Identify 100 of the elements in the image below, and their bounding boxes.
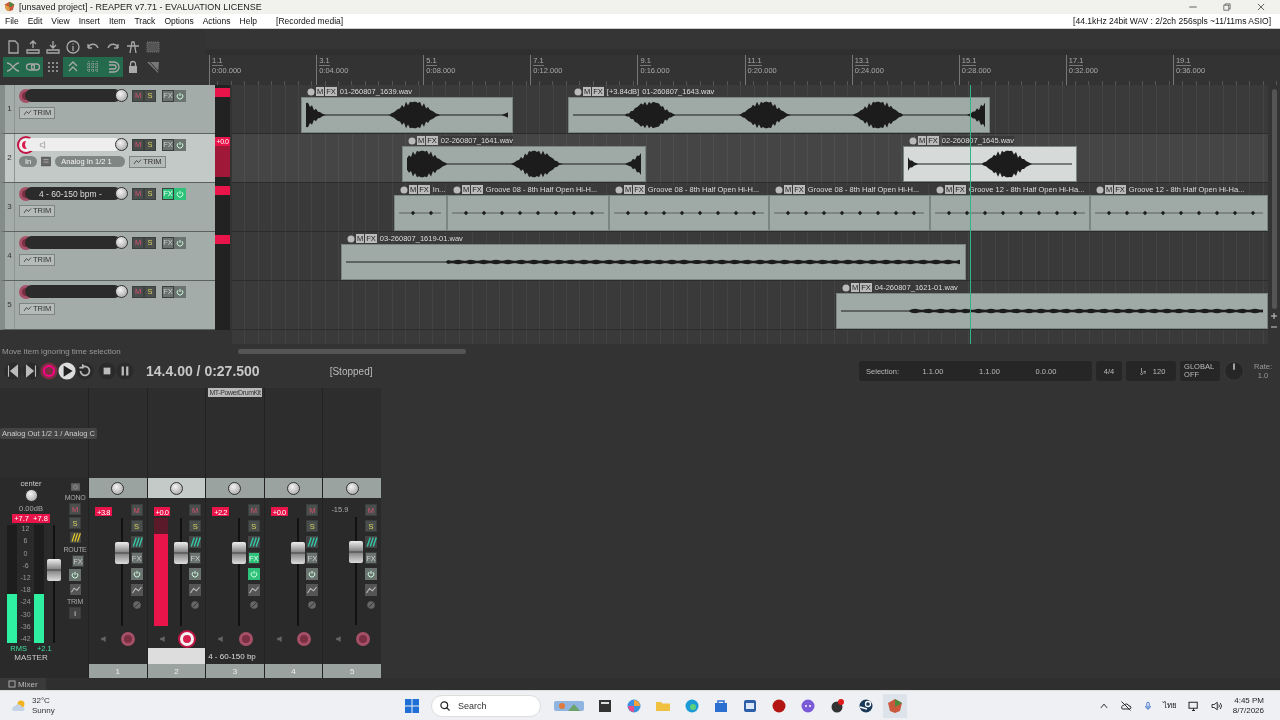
- record-icon[interactable]: [40, 362, 58, 381]
- mono-icon[interactable]: [69, 482, 81, 493]
- pan-knob[interactable]: [169, 481, 183, 495]
- volume-knob[interactable]: [115, 236, 128, 250]
- route-icon[interactable]: [247, 536, 260, 549]
- vertical-scrollbar[interactable]: [1271, 88, 1277, 309]
- microphone-icon[interactable]: [1142, 699, 1153, 712]
- go-to-end-icon[interactable]: [22, 362, 40, 381]
- new-file-icon[interactable]: [5, 39, 21, 56]
- phase-icon[interactable]: [365, 600, 376, 611]
- pan-row[interactable]: [264, 478, 323, 499]
- phase-icon[interactable]: [248, 600, 259, 611]
- app-window-icon[interactable]: [742, 697, 758, 714]
- pan-knob[interactable]: [345, 481, 359, 495]
- envelope-icon[interactable]: [364, 584, 377, 597]
- pan-row[interactable]: [147, 478, 206, 499]
- volume-knob[interactable]: [115, 285, 128, 299]
- fader-thumb[interactable]: [232, 542, 247, 565]
- pan-knob[interactable]: [228, 481, 242, 495]
- fx-bypass-icon[interactable]: [130, 568, 143, 581]
- volume-knob[interactable]: [115, 187, 128, 201]
- circle-icon[interactable]: [936, 185, 944, 194]
- close-icon[interactable]: [1256, 2, 1266, 12]
- pan-knob[interactable]: [24, 489, 38, 503]
- weather-condition[interactable]: Sunny: [32, 705, 55, 716]
- route-icon[interactable]: [130, 536, 143, 549]
- language-indicator[interactable]: ไทย: [1162, 699, 1177, 713]
- zoom-in-icon[interactable]: [1270, 311, 1278, 320]
- browser-icon[interactable]: [684, 697, 700, 714]
- route-icon[interactable]: [69, 531, 81, 545]
- menu-item[interactable]: Item: [108, 15, 126, 26]
- envelope-icon[interactable]: [189, 584, 202, 597]
- menu-item[interactable]: Options: [164, 15, 194, 26]
- shopping-bag-icon[interactable]: [713, 697, 729, 714]
- fx-bypass-icon[interactable]: [306, 568, 319, 581]
- circle-icon[interactable]: [1096, 185, 1104, 194]
- pan-knob[interactable]: [111, 481, 125, 495]
- mixer-tab[interactable]: Mixer: [0, 678, 46, 691]
- route-icon[interactable]: [189, 536, 202, 549]
- circle-icon[interactable]: [408, 136, 416, 145]
- menu-item[interactable]: Edit: [27, 15, 43, 26]
- circle-icon[interactable]: [909, 136, 917, 145]
- menu-item[interactable]: Track: [134, 15, 156, 26]
- clock-date[interactable]: 8/7/2026: [1232, 705, 1264, 716]
- circle-icon[interactable]: [615, 185, 623, 194]
- circle-icon[interactable]: [347, 234, 355, 243]
- media-item[interactable]: [836, 292, 1268, 329]
- go-to-start-icon[interactable]: [4, 362, 22, 381]
- menu-item[interactable]: File: [5, 15, 19, 26]
- circle-icon[interactable]: [574, 87, 582, 96]
- clock-time[interactable]: 4:45 PM: [1234, 695, 1264, 706]
- fx-bypass-icon[interactable]: [364, 568, 377, 581]
- circle-icon[interactable]: [775, 185, 783, 194]
- pan-row[interactable]: [206, 478, 264, 499]
- phase-icon[interactable]: [131, 600, 142, 611]
- circle-icon[interactable]: [453, 185, 461, 194]
- menu-item[interactable]: Help: [239, 15, 258, 26]
- disc-icon[interactable]: [858, 697, 874, 714]
- link-icon[interactable]: [25, 59, 41, 76]
- envelope-icon[interactable]: [69, 583, 81, 597]
- fader-thumb[interactable]: [115, 542, 129, 565]
- notification-app-icon[interactable]: [829, 697, 845, 714]
- fx-bypass-icon[interactable]: [69, 569, 81, 582]
- cloud-off-icon[interactable]: [1118, 699, 1133, 712]
- phase-icon[interactable]: [307, 600, 318, 611]
- weather-temperature[interactable]: 32°C: [32, 695, 55, 706]
- route-icon[interactable]: [364, 536, 377, 549]
- window-icon[interactable]: [597, 697, 613, 714]
- fader-thumb[interactable]: [290, 542, 305, 565]
- circle-icon[interactable]: [842, 283, 850, 292]
- upload-icon[interactable]: [25, 39, 41, 56]
- menu-item[interactable]: Actions: [202, 15, 231, 26]
- horizontal-scrollbar[interactable]: [238, 348, 466, 354]
- envelope-icon[interactable]: [306, 584, 319, 597]
- track-name-field[interactable]: [147, 648, 206, 665]
- fx-bypass-icon[interactable]: [247, 568, 260, 581]
- info-icon[interactable]: [65, 39, 81, 56]
- menu-item[interactable]: Insert: [78, 15, 100, 26]
- swirl-icon[interactable]: [626, 697, 642, 714]
- envelope-icon[interactable]: [130, 584, 143, 597]
- phase-icon[interactable]: [190, 600, 201, 611]
- playrate-knob[interactable]: [1224, 361, 1245, 382]
- stop-icon[interactable]: [98, 362, 116, 381]
- search-field[interactable]: Search: [431, 694, 541, 717]
- pan-row[interactable]: [89, 478, 147, 499]
- circle-icon[interactable]: [307, 87, 315, 96]
- fader-thumb[interactable]: [173, 542, 188, 565]
- volume-knob[interactable]: [115, 138, 128, 152]
- route-icon[interactable]: [306, 536, 319, 549]
- speaker-icon[interactable]: [1209, 699, 1223, 712]
- pan-knob[interactable]: [287, 481, 301, 495]
- crossfade-icon[interactable]: [5, 59, 21, 76]
- start-icon[interactable]: [404, 697, 420, 714]
- record-icon[interactable]: [771, 697, 787, 714]
- fader-thumb[interactable]: [349, 541, 364, 564]
- volume-knob[interactable]: [115, 89, 128, 103]
- restore-icon[interactable]: [1222, 2, 1232, 12]
- fader-thumb[interactable]: [47, 558, 61, 581]
- circle-icon[interactable]: [400, 185, 408, 194]
- pause-icon[interactable]: [116, 362, 134, 381]
